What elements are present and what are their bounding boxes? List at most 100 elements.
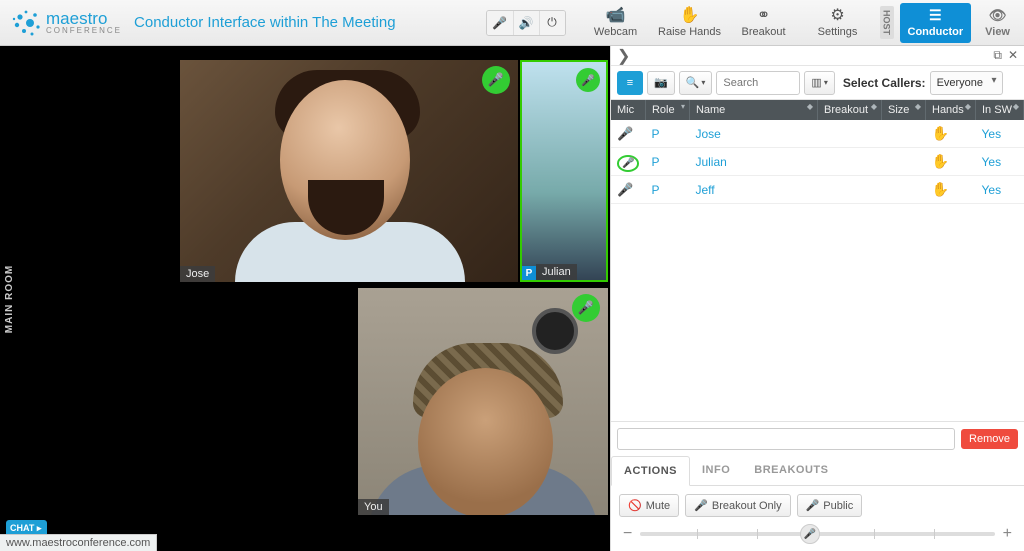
remove-button[interactable]: Remove [961,429,1018,449]
camera-icon: 📷 [654,76,668,89]
mute-label: Mute [646,500,670,512]
cell-name[interactable]: Jose [689,120,817,148]
breakout-only-button[interactable]: 🎤Breakout Only [685,494,790,517]
cell-role: P [645,176,689,204]
lower-text-input[interactable] [617,428,955,450]
volume-slider[interactable]: 🎤 [640,532,994,536]
webcam-icon: 📹 [606,8,626,24]
room-label: MAIN ROOM [4,264,15,332]
col-hands[interactable]: Hands◆ [926,100,976,120]
public-label: Public [823,500,853,512]
nav-raise-label: Raise Hands [658,26,721,38]
wall-clock [532,308,578,354]
sort-icon: ◆ [807,104,813,110]
mic-icon: 🎤 [806,499,820,512]
cell-name[interactable]: Julian [689,148,817,176]
slider-thumb[interactable]: 🎤 [800,524,820,544]
hangup-button[interactable]: ⏻ [539,11,565,35]
mic-status-icon: 🎤 [576,68,600,92]
select-callers-dropdown[interactable]: Everyone [930,71,1003,95]
page-title: Conductor Interface within The Meeting [134,14,396,31]
tab-breakouts[interactable]: BREAKOUTS [742,456,840,485]
col-role[interactable]: Role▾ [645,100,689,120]
table-row[interactable]: 🎤 P Jeff ✋ Yes [611,176,1024,204]
video-tile-julian[interactable]: 🎤 P Julian [520,60,608,282]
panel-toolbar: ≡ 📷 🔍▾ ▥▾ Select Callers: Everyone [611,66,1024,100]
mic-status-icon: 🎤 [572,294,600,322]
hand-icon: ✋ [932,153,949,169]
col-insw[interactable]: In SW◆ [976,100,1024,120]
logo: maestro CONFERENCE [10,7,122,39]
col-name[interactable]: Name◆ [689,100,817,120]
cell-role: P [645,120,689,148]
search-dropdown-button[interactable]: 🔍▾ [679,71,713,95]
mic-speaking-icon: 🎤 [617,155,639,172]
nav-webcam-label: Webcam [594,26,637,38]
nav-settings-label: Settings [818,26,858,38]
table-row[interactable]: 🎤 P Jose ✋ Yes [611,120,1024,148]
logo-dots-icon [10,7,42,39]
nav-breakout-label: Breakout [742,26,786,38]
close-icon[interactable]: ✕ [1008,48,1018,63]
gear-icon: ⚙ [830,8,844,24]
callers-table-head: Mic Role▾ Name◆ Breakout◆ Size◆ Hands◆ I… [611,100,1024,120]
chat-tab-label: CHAT [10,523,34,533]
select-callers-wrap: Everyone [930,71,1003,95]
cell-insw: Yes [976,148,1024,176]
sort-icon: ◆ [871,104,877,110]
breakout-only-label: Breakout Only [712,500,782,512]
slider-minus[interactable]: − [623,525,632,543]
columns-button[interactable]: ▥▾ [804,71,834,95]
tab-conductor-label: Conductor [908,26,964,38]
sort-icon: ◆ [1013,104,1019,110]
actions-row: 🚫Mute 🎤Breakout Only 🎤Public [611,486,1024,525]
nav-webcam[interactable]: 📹 Webcam [582,5,650,41]
nav-breakout[interactable]: ⚭ Breakout [730,5,798,41]
mic-on-icon: 🎤 [617,126,633,141]
host-badge: HOST [880,6,894,39]
cell-insw: Yes [976,120,1024,148]
mic-toggle-button[interactable]: 🎤 [487,11,513,35]
col-size[interactable]: Size◆ [882,100,926,120]
mic-icon: 🎤 [492,16,507,30]
table-row[interactable]: 🎤 P Julian ✋ Yes [611,148,1024,176]
slider-plus[interactable]: + [1003,525,1012,543]
nav-settings[interactable]: ⚙ Settings [804,5,872,41]
collapse-icon[interactable]: ❯ [617,46,630,66]
video-tile-jose[interactable]: 🎤 Jose [180,60,518,282]
popout-icon[interactable]: ⧉ [993,48,1002,63]
tab-conductor[interactable]: ☰ Conductor [900,3,972,43]
video-name-tag: Jose [180,266,215,282]
tab-info[interactable]: INFO [690,456,742,485]
raise-hand-icon: ✋ [680,8,700,24]
search-input[interactable] [716,71,800,95]
cell-role: P [645,148,689,176]
tab-actions[interactable]: ACTIONS [611,456,690,486]
mute-button[interactable]: 🚫Mute [619,494,679,517]
sort-icon: ▾ [681,104,685,110]
search-box [716,71,800,95]
video-tile-you[interactable]: 🎤 You [358,288,608,515]
chevron-down-icon: ▾ [824,78,828,87]
status-bar-link: www.maestroconference.com [0,534,157,551]
hangup-icon: ⏻ [547,15,557,30]
hand-icon: ✋ [932,125,949,141]
tab-view[interactable]: 👁 View [977,3,1018,43]
cell-name[interactable]: Jeff [689,176,817,204]
col-mic[interactable]: Mic [611,100,645,120]
public-button[interactable]: 🎤Public [797,494,863,517]
top-bar: maestro CONFERENCE Conductor Interface w… [0,0,1024,46]
col-breakout[interactable]: Breakout◆ [818,100,882,120]
list-view-button[interactable]: ≡ [617,71,643,95]
nav-raise-hands[interactable]: ✋ Raise Hands [656,5,724,41]
panel-header: ❯ ⧉ ✕ [611,46,1024,66]
hand-icon: ✋ [932,181,949,197]
camera-button[interactable]: 📷 [647,71,675,95]
search-icon: 🔍 [686,76,700,89]
action-tabs: ACTIONS INFO BREAKOUTS [611,456,1024,486]
conductor-panel: ❯ ⧉ ✕ ≡ 📷 🔍▾ ▥▾ Select Callers: Everyone [610,46,1024,551]
chevron-down-icon: ▾ [701,78,705,87]
callers-table: Mic Role▾ Name◆ Breakout◆ Size◆ Hands◆ I… [611,100,1024,204]
mic-status-icon: 🎤 [482,66,510,94]
speaker-toggle-button[interactable]: 🔊 [513,11,539,35]
